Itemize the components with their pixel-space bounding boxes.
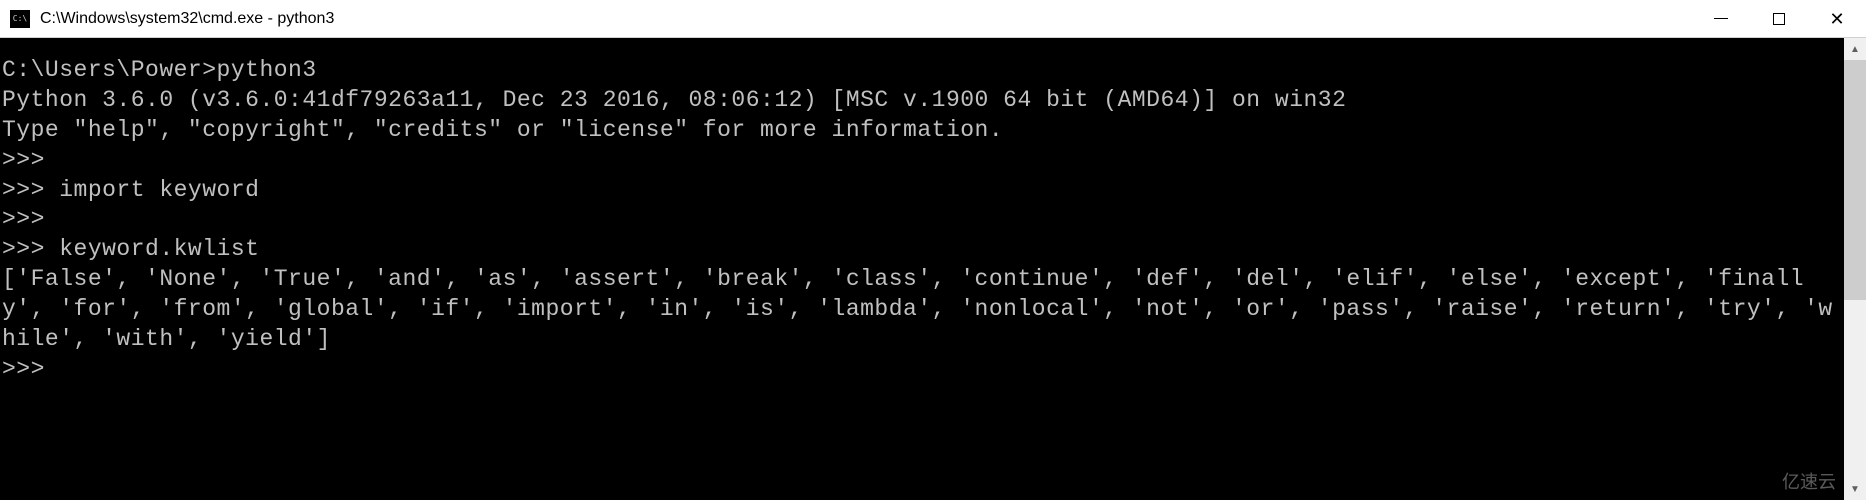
close-button[interactable]: ✕ (1808, 0, 1866, 37)
repl-prompt: >>> (2, 356, 45, 382)
repl-prompt: >>> (2, 147, 45, 173)
help-line: Type "help", "copyright", "credits" or "… (2, 117, 1003, 143)
cmd-icon-label: C:\ (13, 15, 27, 23)
terminal-wrapper: C:\Users\Power>python3 Python 3.6.0 (v3.… (0, 38, 1866, 500)
terminal-output[interactable]: C:\Users\Power>python3 Python 3.6.0 (v3.… (0, 38, 1844, 500)
scrollbar-thumb[interactable] (1844, 60, 1866, 300)
kwlist-output: ['False', 'None', 'True', 'and', 'as', '… (2, 266, 1833, 352)
vertical-scrollbar[interactable]: ▲ ▼ (1844, 38, 1866, 500)
minimize-icon (1714, 18, 1728, 19)
scrollbar-up-button[interactable]: ▲ (1844, 38, 1866, 60)
version-line: Python 3.6.0 (v3.6.0:41df79263a11, Dec 2… (2, 87, 1346, 113)
close-icon: ✕ (1829, 10, 1844, 28)
window-title: C:\Windows\system32\cmd.exe - python3 (40, 10, 1692, 28)
maximize-icon (1773, 13, 1785, 25)
minimize-button[interactable] (1692, 0, 1750, 37)
prompt-line: C:\Users\Power>python3 (2, 57, 317, 83)
window-titlebar: C:\ C:\Windows\system32\cmd.exe - python… (0, 0, 1866, 38)
scrollbar-track[interactable] (1844, 60, 1866, 478)
kwlist-line: >>> keyword.kwlist (2, 236, 259, 262)
scrollbar-down-button[interactable]: ▼ (1844, 478, 1866, 500)
repl-prompt: >>> (2, 206, 45, 232)
window-controls: ✕ (1692, 0, 1866, 37)
cmd-icon: C:\ (10, 10, 30, 28)
maximize-button[interactable] (1750, 0, 1808, 37)
import-line: >>> import keyword (2, 177, 259, 203)
